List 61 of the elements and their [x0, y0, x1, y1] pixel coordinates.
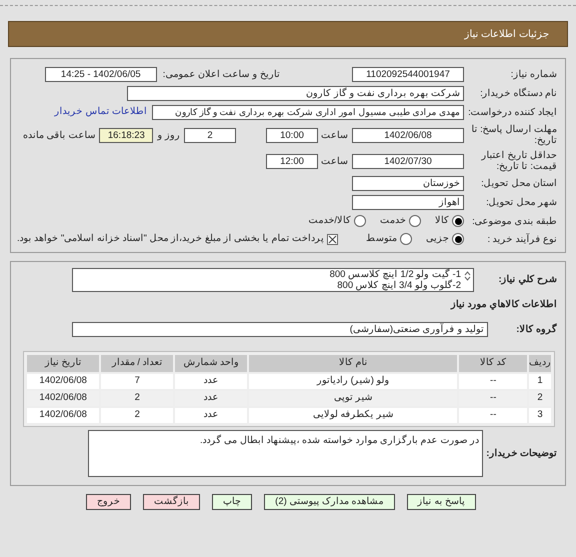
action-button[interactable]: خروج	[86, 494, 132, 510]
column-header: ردیف	[528, 354, 552, 372]
section-title: اطلاعات کالاهاي مورد نياز	[449, 298, 557, 312]
checkbox-label: پرداخت تمام یا بخشی از مبلغ خرید،از محل "اسناد خزانه اسلامی" خواهد بود.	[16, 232, 324, 246]
action-button[interactable]: بازگشت	[143, 494, 200, 510]
text-field[interactable]: 2	[184, 128, 236, 142]
action-button[interactable]: مشاهده مدارک پیوستی (2)	[264, 494, 395, 510]
field-label: مهلت ارسال پاسخ: تا تاریخ:	[470, 124, 557, 146]
text-field[interactable]: 16:18:23	[99, 128, 154, 142]
column-header: تاریخ نیاز	[26, 354, 100, 372]
radio-label: متوسط	[366, 232, 397, 246]
text-field[interactable]: مهدی مرادی طیبی مسیول امور اداری شرکت بهره برداری نفت و گاز کارون	[152, 105, 464, 120]
text-field[interactable]: 10:00	[266, 128, 318, 142]
column-header: واحد شمارش	[174, 354, 248, 372]
field-label: نوع فرآیند خرید :	[486, 234, 557, 245]
field-label: تاریخ و ساعت اعلان عمومی:	[162, 69, 280, 80]
field-label: نام دستگاه خریدار:	[479, 88, 557, 99]
radio-label: کالا	[435, 214, 449, 228]
radio-label: جزیی	[426, 232, 449, 246]
field-label: ساعت	[320, 156, 348, 166]
column-header: تعداد / مقدار	[100, 354, 174, 372]
radio-button[interactable]	[400, 233, 412, 246]
contact-link[interactable]: اطلاعات تماس خریدار	[54, 105, 147, 120]
radio-button[interactable]	[452, 233, 464, 246]
field-label: ساعت باقی مانده	[23, 130, 96, 140]
notes-textarea[interactable]: در صورت عدم بارگزاری موارد خواسته شده ،پیشنهاد ابطال می گردد.	[88, 430, 483, 476]
text-field[interactable]: 1402/06/05 - 14:25	[44, 67, 157, 82]
radio-button[interactable]	[354, 215, 366, 228]
description-textarea[interactable]: 1- گیت ولو 1/2 اینچ کلاسس 800 2-گلوب ولو 3/4 اینچ کلاس 800	[72, 268, 474, 292]
text-field[interactable]: 12:00	[266, 154, 318, 168]
field-label: استان محل تحویل:	[480, 178, 557, 189]
field-label: روز و	[157, 130, 180, 140]
field-label: شماره نیاز:	[510, 69, 557, 80]
field-label: ساعت	[320, 130, 348, 140]
checkbox[interactable]	[327, 234, 338, 245]
text-field[interactable]: اهواز	[352, 195, 464, 210]
radio-button[interactable]	[452, 215, 464, 228]
radio-button[interactable]	[409, 215, 421, 228]
field-label: شهر محل تحویل:	[485, 197, 557, 208]
text-field[interactable]: شرکت بهره برداری نفت و گاز کارون	[127, 86, 464, 101]
column-header: کد کالا	[458, 354, 528, 372]
field-label: گروه کالا:	[515, 324, 557, 334]
field-label: شرح کلي نياز:	[498, 274, 557, 285]
text-field[interactable]: تولید و فرآوری صنعتی(سفارشی)	[72, 322, 488, 336]
field-label: طبقه بندی موضوعی:	[471, 216, 557, 227]
column-header: نام کالا	[248, 354, 458, 372]
text-field[interactable]: 1402/06/08	[352, 128, 464, 142]
description-line: 2-گلوب ولو 3/4 اینچ کلاس 800	[336, 280, 461, 290]
text-field[interactable]: 1402/07/30	[352, 154, 464, 168]
header-title: جزئیات اطلاعات نیاز	[464, 28, 549, 42]
action-button[interactable]: پاسخ به نیاز	[406, 494, 476, 510]
action-button[interactable]: چاپ	[212, 494, 252, 510]
text-field[interactable]: خوزستان	[352, 176, 464, 191]
radio-label: خدمت	[380, 214, 406, 228]
scroll-arrows-icon[interactable]	[464, 270, 471, 280]
field-label: توضیحات خریدار:	[485, 448, 557, 458]
field-label: ایجاد کننده درخواست:	[467, 107, 557, 118]
text-field[interactable]: 1102092544001947	[352, 67, 464, 82]
field-label: حداقل تاریخ اعتبار قیمت: تا تاریخ:	[480, 150, 557, 172]
description-line: 1- گیت ولو 1/2 اینچ کلاسس 800	[330, 268, 461, 280]
radio-label: کالا/خدمت	[308, 214, 351, 228]
